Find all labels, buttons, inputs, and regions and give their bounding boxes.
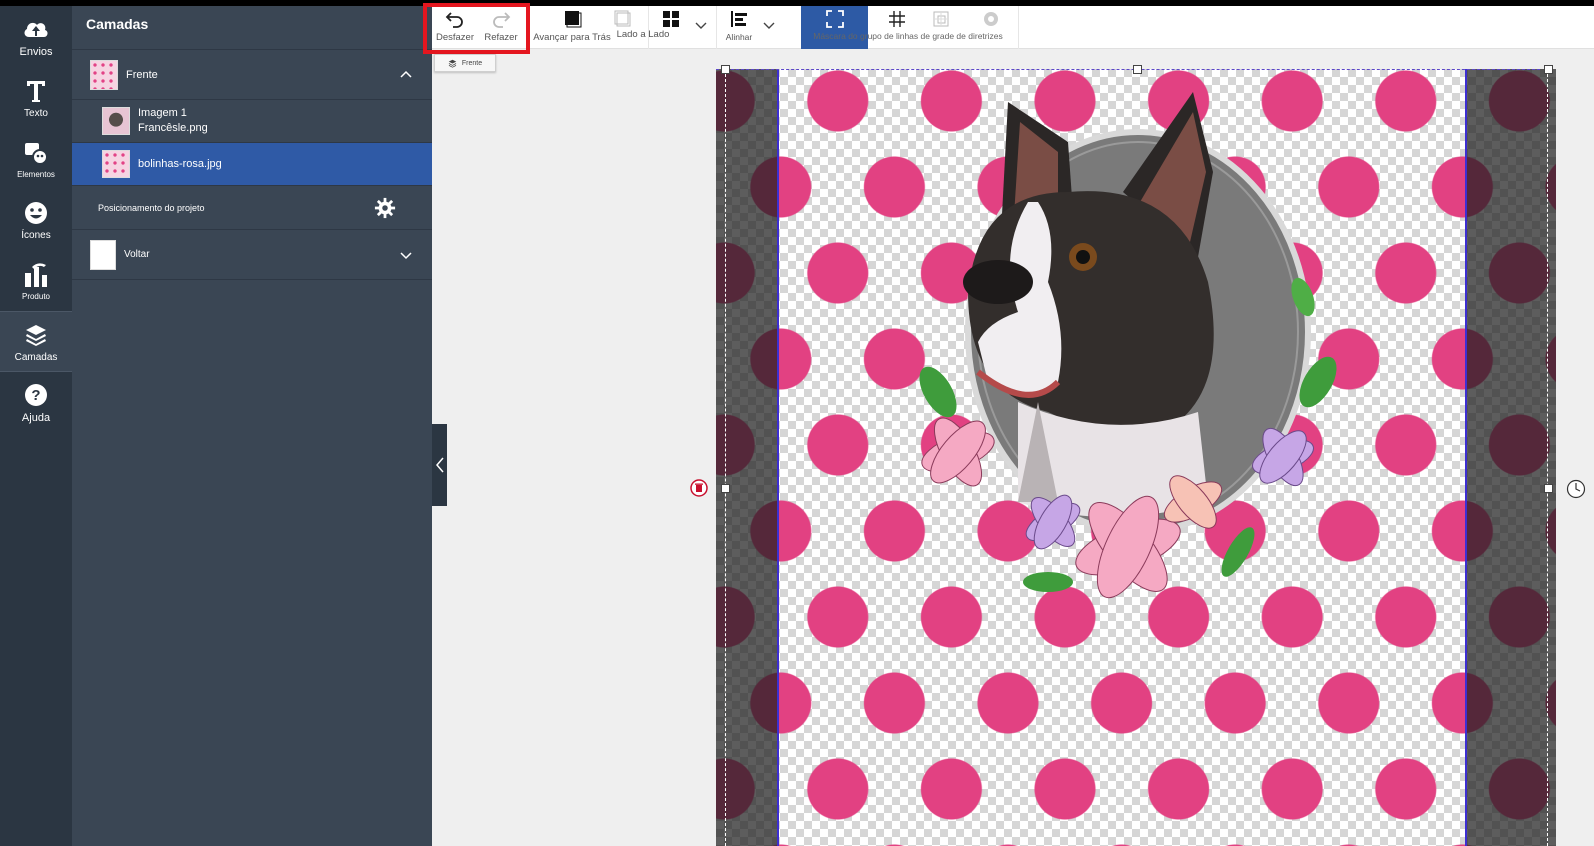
mask-label-wrap: Máscara do grupo de linhas de grade de d… [798,6,1018,49]
rail-item-envios[interactable]: Envios [0,6,72,67]
chevron-left-icon [435,457,444,473]
rail-label: Camadas [14,351,58,363]
rotate-icon[interactable] [1566,479,1586,499]
side-chip-label: Frente [461,59,483,67]
layer-name: bolinhas-rosa.jpg [138,157,222,170]
toolbar-divider [648,6,649,49]
layers-panel: Camadas Frente Imagem 1 Francêsle.png bo… [72,6,432,846]
layer-thumbnail [102,107,130,135]
delete-icon[interactable] [690,479,708,497]
rail-label: Produto [21,291,51,301]
layer-thumbnail [102,150,130,178]
help-icon: ? [22,381,50,409]
resize-handle[interactable] [1544,484,1553,493]
rail-label: Ícones [21,229,51,241]
selection-border-top [716,69,1540,70]
group-label: Frente [126,68,158,81]
rail-label: Texto [24,107,48,119]
rail-label: Elementos [17,169,55,179]
safe-guide-right [1465,69,1467,846]
rail-item-elementos[interactable]: Elementos [0,128,72,189]
side-by-side-label-wrap: Lado a Lado [617,6,670,49]
layer-name: Imagem 1 [138,107,187,119]
shapes-icon [22,139,50,167]
resize-handle[interactable] [721,484,730,493]
layer-item-dots[interactable]: bolinhas-rosa.jpg [72,143,432,186]
text-icon [22,77,50,105]
layer-group-back[interactable]: Voltar [72,230,432,280]
toolbar: Desfazer Refazer Avançar para Trás Lado … [432,6,1594,49]
grid-tiles-icon [661,9,681,29]
svg-text:?: ? [31,387,40,404]
layers-icon [448,59,457,68]
selection-border-left [725,69,726,846]
chevron-down-icon[interactable] [762,18,776,32]
resize-handle[interactable] [1544,65,1553,74]
mask-grid-label: Máscara do grupo de linhas de grade de d… [813,31,1003,41]
layer-group-front[interactable]: Frente [72,50,432,100]
resize-handle[interactable] [721,65,730,74]
side-chip[interactable]: Frente [434,54,496,72]
left-rail: Envios Texto Elementos Ícones Produto Ca… [0,6,72,846]
rail-item-texto[interactable]: Texto [0,67,72,128]
safe-guide-left [777,69,779,846]
chevron-down-icon[interactable] [398,247,414,263]
product-icon [22,261,50,289]
align-button[interactable]: Alinhar [716,6,762,49]
panel-title: Camadas [72,6,432,50]
collapse-panel-button[interactable] [432,424,447,506]
layer-item-image[interactable]: Imagem 1 Francêsle.png [72,100,432,143]
resize-handle[interactable] [1133,65,1142,74]
cloud-upload-icon [22,15,50,43]
distribute-button[interactable] [656,6,686,49]
rail-label: Envios [19,46,53,58]
bleed-area-right [1466,69,1556,846]
rail-item-icones[interactable]: Ícones [0,189,72,250]
align-left-icon [729,9,749,29]
project-positioning-row: Posicionamento do projeto [72,186,432,230]
rail-label: Ajuda [21,412,51,424]
layer-thumbnail [90,59,118,90]
toolbar-divider [1018,6,1019,49]
dog-illustration[interactable] [908,82,1364,642]
layers-icon [22,321,50,349]
align-label: Alinhar [725,32,753,42]
gear-icon[interactable] [374,197,396,219]
selection-border-right [1547,69,1548,846]
highlight-annotation [423,3,530,54]
chevron-down-icon[interactable] [694,18,708,32]
project-positioning-label: Posicionamento do projeto [98,202,205,213]
rail-item-produto[interactable]: Produto [0,250,72,311]
smiley-icon [22,199,50,227]
arrange-icon [562,9,582,29]
chevron-up-icon[interactable] [398,67,414,83]
rail-item-camadas[interactable]: Camadas [0,311,72,372]
rail-item-ajuda[interactable]: ? Ajuda [0,372,72,433]
layer-filename: Francêsle.png [138,122,208,134]
group-label: Voltar [124,249,150,260]
layer-thumbnail [90,239,116,270]
